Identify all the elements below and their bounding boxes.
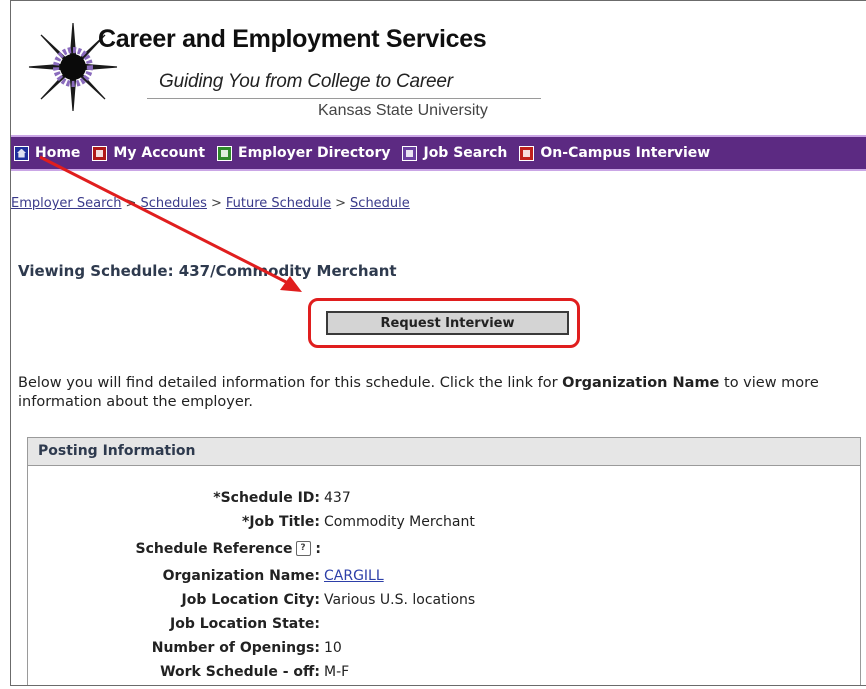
field-value: M-F: [324, 664, 350, 680]
field-label: Work Schedule - off:: [160, 664, 320, 680]
field-row-job-location-city: Job Location City: Various U.S. location…: [28, 592, 848, 612]
posting-information-panel: Posting Information *Schedule ID: 437 *J…: [27, 437, 861, 685]
posting-information-header: Posting Information: [28, 438, 860, 466]
request-interview-button[interactable]: Request Interview: [326, 311, 569, 335]
page-title: Viewing Schedule: 437/Commodity Merchant: [18, 262, 397, 280]
site-tagline: Guiding You from College to Career: [159, 71, 453, 92]
nav-item-home[interactable]: Home: [14, 145, 80, 161]
field-value: 437: [324, 490, 351, 506]
breadcrumb-future-schedule[interactable]: Future Schedule: [226, 196, 331, 211]
main-nav: Home My Account Employer Directory Job S…: [11, 135, 866, 171]
intro-text: Below you will find detailed information…: [18, 374, 858, 412]
field-label: Number of Openings:: [151, 640, 320, 656]
field-label: Organization Name:: [162, 568, 320, 584]
field-label: *Schedule ID:: [213, 490, 320, 506]
field-value: CARGILL: [324, 568, 384, 584]
breadcrumb-schedule[interactable]: Schedule: [350, 196, 410, 211]
nav-item-my-account[interactable]: My Account: [92, 145, 205, 161]
field-label: Job Location State:: [170, 616, 320, 632]
field-label: Job Location City:: [181, 592, 320, 608]
nav-item-on-campus-interview[interactable]: On-Campus Interview: [519, 145, 710, 161]
breadcrumb-separator: >: [335, 196, 347, 211]
nav-label: Job Search: [423, 145, 508, 161]
breadcrumb-employer-search[interactable]: Employer Search: [11, 196, 122, 211]
account-icon: [92, 145, 108, 161]
nav-label: Employer Directory: [238, 145, 391, 161]
field-row-work-schedule: Work Schedule - off: M-F: [28, 664, 848, 684]
field-row-job-title: *Job Title: Commodity Merchant: [28, 514, 848, 534]
nav-item-job-search[interactable]: Job Search: [402, 145, 507, 161]
intro-text-start: Below you will find detailed information…: [18, 375, 563, 391]
breadcrumb-separator: >: [210, 196, 222, 211]
tagline-divider: [147, 98, 541, 99]
field-value: 10: [324, 640, 342, 656]
site-header: Career and Employment Services Guiding Y…: [11, 1, 866, 129]
intro-text-bold: Organization Name: [562, 375, 720, 391]
field-value: Various U.S. locations: [324, 592, 476, 608]
site-title: Career and Employment Services: [98, 25, 487, 53]
interview-icon: [519, 145, 535, 161]
home-icon: [14, 145, 29, 161]
field-label: Schedule Reference: [135, 541, 293, 557]
breadcrumb-schedules[interactable]: Schedules: [140, 196, 207, 211]
page-frame: Career and Employment Services Guiding Y…: [10, 0, 866, 686]
field-label-group: Schedule Reference? :: [135, 541, 321, 557]
field-row-number-of-openings: Number of Openings: 10: [28, 640, 848, 660]
field-row-schedule-reference: Schedule Reference? :: [28, 541, 848, 561]
field-value: Commodity Merchant: [324, 514, 475, 530]
job-search-icon: [402, 145, 418, 161]
field-row-schedule-id: *Schedule ID: 437: [28, 490, 848, 510]
field-row-organization-name: Organization Name: CARGILL: [28, 568, 848, 588]
help-icon[interactable]: ?: [295, 541, 311, 556]
breadcrumb-separator: >: [125, 196, 137, 211]
request-interview-highlight: Request Interview: [308, 298, 580, 348]
organization-link[interactable]: CARGILL: [324, 568, 384, 584]
nav-label: On-Campus Interview: [540, 145, 711, 161]
field-label: *Job Title:: [242, 514, 320, 530]
university-name: Kansas State University: [318, 102, 488, 119]
breadcrumb: Employer Search > Schedules > Future Schedul…: [11, 196, 410, 211]
nav-label: My Account: [113, 145, 206, 161]
directory-icon: [217, 145, 233, 161]
nav-item-employer-directory[interactable]: Employer Directory: [217, 145, 390, 161]
field-row-job-location-state: Job Location State:: [28, 616, 848, 636]
nav-label: Home: [35, 145, 81, 161]
